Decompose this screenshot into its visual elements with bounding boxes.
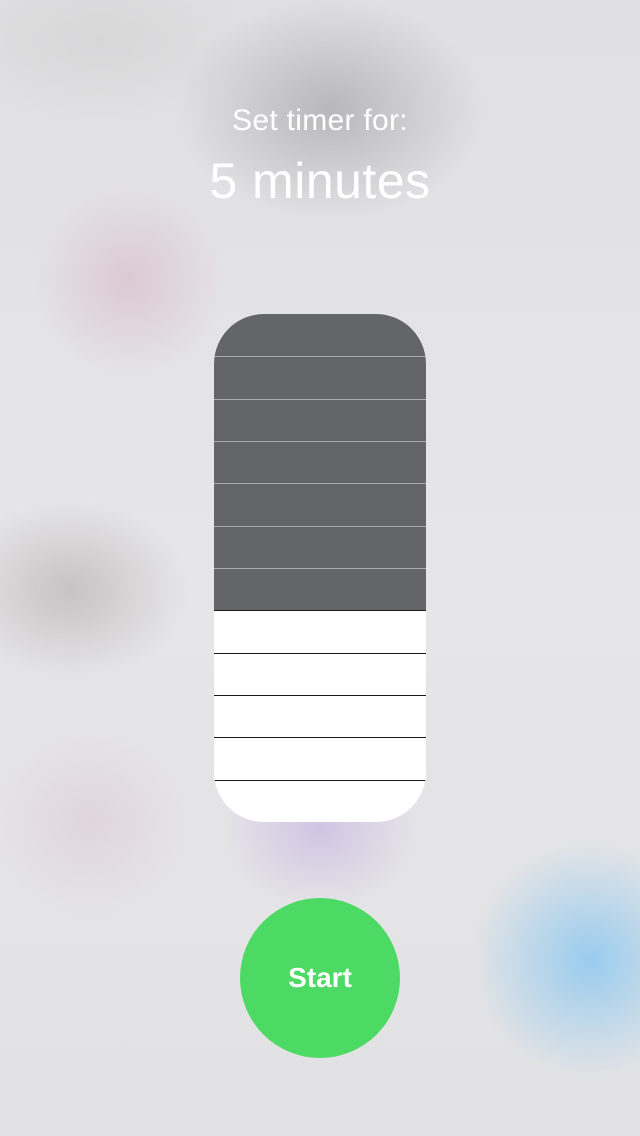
slider-segment-divider bbox=[214, 652, 426, 654]
timer-prompt-label: Set timer for: bbox=[232, 104, 408, 137]
slider-segment-divider bbox=[214, 737, 426, 739]
slider-segment-divider bbox=[214, 483, 426, 485]
slider-segment-divider bbox=[214, 441, 426, 442]
slider-segment-divider bbox=[214, 525, 426, 527]
slider-segment-divider bbox=[214, 398, 426, 400]
slider-segment-divider bbox=[214, 695, 426, 696]
slider-segment-divider bbox=[214, 568, 426, 569]
timer-duration-slider[interactable] bbox=[214, 314, 426, 822]
slider-segment-divider bbox=[214, 356, 426, 358]
slider-segment-divider bbox=[214, 610, 426, 612]
start-button[interactable]: Start bbox=[240, 898, 400, 1058]
timer-value-label: 5 minutes bbox=[209, 153, 431, 209]
slider-segment-divider bbox=[214, 779, 426, 781]
slider-filled-portion bbox=[214, 314, 426, 611]
